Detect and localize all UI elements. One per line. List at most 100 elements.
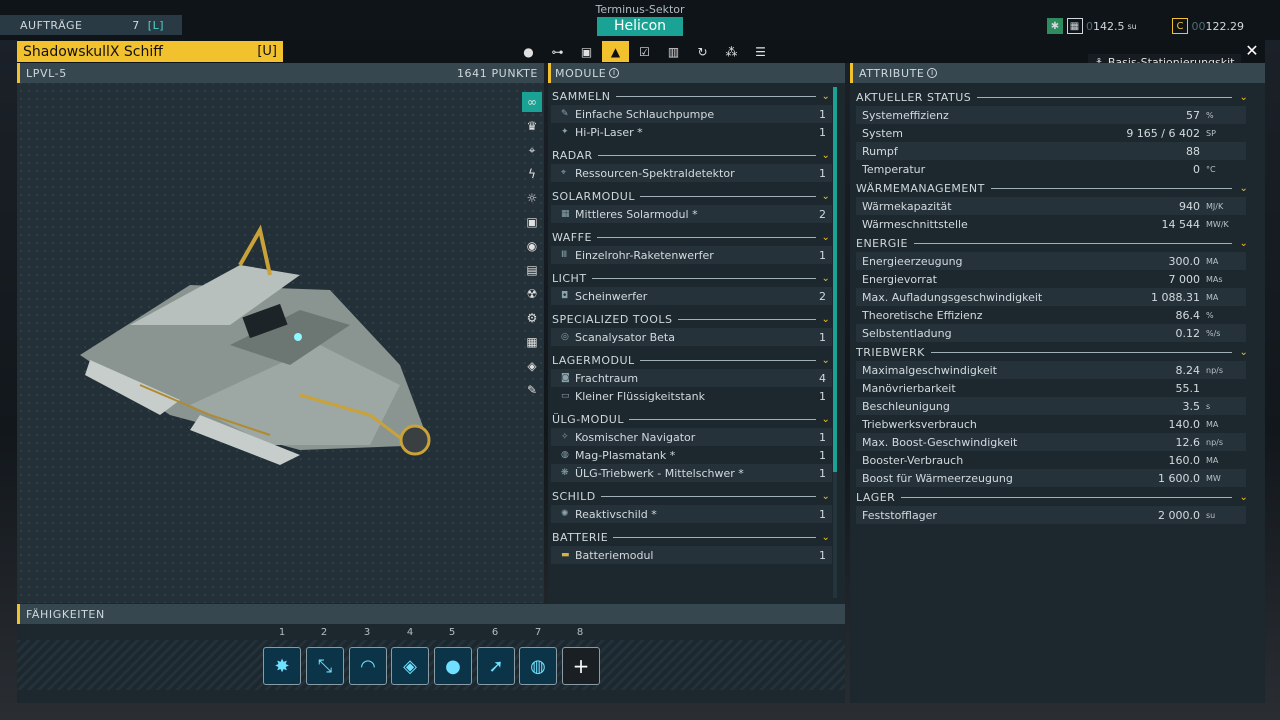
attribute-row: Wärmeschnittstelle 14 544 MW/K xyxy=(862,217,1229,231)
info-icon[interactable]: i xyxy=(609,68,620,78)
module-row[interactable]: ✎ Einfache Schlauchpumpe 1 xyxy=(551,105,832,123)
ability-shield-icon[interactable]: ◈ xyxy=(391,647,429,685)
attribute-section[interactable]: WÄRMEMANAGEMENT ⌄ xyxy=(850,179,1250,197)
tab-checklist-icon[interactable]: ☑ xyxy=(631,41,658,62)
module-icon: Ⅲ xyxy=(561,250,568,260)
chevron-down-icon: ⌄ xyxy=(821,272,831,284)
ability-boost-icon[interactable]: ➚ xyxy=(477,647,515,685)
module-category[interactable]: LICHT ⌄ xyxy=(548,269,832,287)
tab-map-icon[interactable]: ▥ xyxy=(660,41,687,62)
ability-drill-icon[interactable]: ⤡ xyxy=(306,647,344,685)
module-row[interactable]: ◎ Scanalysator Beta 1 xyxy=(551,328,832,346)
module-category[interactable]: SAMMELN ⌄ xyxy=(548,87,832,105)
tab-history-icon[interactable]: ↻ xyxy=(689,41,716,62)
attribute-section[interactable]: AKTUELLER STATUS ⌄ xyxy=(850,88,1250,106)
sector-name: Terminus-Sektor xyxy=(595,3,685,16)
module-icon: ✺ xyxy=(561,509,569,519)
info-icon[interactable]: i xyxy=(927,68,938,78)
orders-count: 7 xyxy=(132,18,140,32)
filter-shield-icon[interactable]: ◈ xyxy=(522,356,542,376)
module-row[interactable]: ◙ Frachtraum 4 xyxy=(551,369,832,387)
chevron-down-icon: ⌄ xyxy=(821,413,831,425)
credits-icon: C xyxy=(1172,18,1188,34)
attribute-row: Triebwerksverbrauch 140.0 MA xyxy=(862,417,1219,431)
ability-drop-icon[interactable]: ● xyxy=(434,647,472,685)
ship-view-header: LPVL-5 1641 PUNKTE xyxy=(17,63,544,83)
module-row[interactable]: ▦ Mittleres Solarmodul * 2 xyxy=(551,205,832,223)
units-readout: ✱ ▦ 0 142.5 su xyxy=(1047,16,1140,36)
module-row[interactable]: ▬ Batteriemodul 1 xyxy=(551,546,832,564)
window-title: ShadowskullX Schiff [U] xyxy=(17,41,283,62)
attribute-row: Energievorrat 7 000 MAs xyxy=(862,272,1223,286)
module-row[interactable]: Ⅲ Einzelrohr-Raketenwerfer 1 xyxy=(551,246,832,264)
attribute-row: Selbstentladung 0.12 %/s xyxy=(856,324,1246,342)
close-icon[interactable]: ✕ xyxy=(1243,42,1261,60)
ship-model[interactable] xyxy=(70,215,450,475)
orders-button[interactable]: AUFTRÄGE 7 [L] xyxy=(0,15,182,35)
filter-hazard-icon[interactable]: ☢ xyxy=(522,284,542,304)
chevron-down-icon: ⌄ xyxy=(821,231,831,243)
module-row[interactable]: ◘ Scheinwerfer 2 xyxy=(551,287,832,305)
grid-icon: ▦ xyxy=(1066,18,1083,34)
filter-trophy-icon[interactable]: ♛ xyxy=(522,116,542,136)
module-row[interactable]: ✦ Hi-Pi-Laser * 1 xyxy=(551,123,832,141)
filter-light-icon[interactable]: ◉ xyxy=(522,236,542,256)
module-icon: ⌖ xyxy=(561,168,567,178)
modules-scrollbar[interactable] xyxy=(833,87,837,598)
module-category[interactable]: RADAR ⌄ xyxy=(548,146,832,164)
add-icon[interactable]: + xyxy=(562,647,600,685)
ability-burst-icon[interactable]: ✸ xyxy=(263,647,301,685)
module-category[interactable]: SPECIALIZED TOOLS ⌄ xyxy=(548,310,832,328)
tab-crew-icon[interactable]: ⁂ xyxy=(718,41,745,62)
tab-person-icon[interactable]: ● xyxy=(515,41,542,62)
module-icon: ▦ xyxy=(561,209,570,219)
attribute-row: System 9 165 / 6 402 SP xyxy=(862,126,1216,140)
module-category[interactable]: ÜLG-MODUL ⌄ xyxy=(548,410,832,428)
ability-scan-icon[interactable]: ◠ xyxy=(349,647,387,685)
tab-network-icon[interactable]: ⊶ xyxy=(544,41,571,62)
chevron-down-icon: ⌄ xyxy=(1239,91,1249,103)
filter-weapon-icon[interactable]: ▣ xyxy=(522,212,542,232)
filter-storage-icon[interactable]: ▦ xyxy=(522,332,542,352)
window-hotkey: [U] xyxy=(257,44,277,59)
attributes-header: ATTRIBUTE i xyxy=(850,63,1265,83)
ship-class: LPVL-5 xyxy=(26,66,67,80)
module-icon: ◎ xyxy=(561,332,569,342)
filter-lightning-icon[interactable]: ϟ xyxy=(522,164,542,184)
module-category[interactable]: WAFFE ⌄ xyxy=(548,228,832,246)
tab-ship-icon[interactable]: ▲ xyxy=(602,41,629,62)
filter-tools-icon[interactable]: ▤ xyxy=(522,260,542,280)
module-row[interactable]: ✺ Reaktivschild * 1 xyxy=(551,505,832,523)
filter-solar-icon[interactable]: ☼ xyxy=(522,188,542,208)
attribute-section[interactable]: TRIEBWERK ⌄ xyxy=(850,343,1250,361)
attribute-section[interactable]: LAGER ⌄ xyxy=(850,488,1250,506)
chevron-down-icon: ⌄ xyxy=(821,90,831,102)
attribute-section[interactable]: ENERGIE ⌄ xyxy=(850,234,1250,252)
scrollbar-thumb[interactable] xyxy=(833,87,837,472)
filter-satellite-icon[interactable]: ⌖ xyxy=(522,140,542,160)
module-category[interactable]: SOLARMODUL ⌄ xyxy=(548,187,832,205)
module-icon: ❋ xyxy=(561,468,569,478)
attribute-row: Max. Aufladungsgeschwindigkeit 1 088.31 MA xyxy=(856,288,1246,306)
abilities-header: FÄHIGKEITEN xyxy=(17,604,845,624)
attribute-row: Manövrierbarkeit 55.1 xyxy=(862,381,1200,395)
chevron-down-icon: ⌄ xyxy=(821,313,831,325)
ability-orbit-icon[interactable]: ◍ xyxy=(519,647,557,685)
module-row[interactable]: ✧ Kosmischer Navigator 1 xyxy=(551,428,832,446)
attribute-row: Systemeffizienz 57% xyxy=(856,106,1246,124)
tab-log-icon[interactable]: ☰ xyxy=(747,41,774,62)
module-row[interactable]: ⌖ Ressourcen-Spektraldetektor 1 xyxy=(551,164,832,182)
tab-cargo-icon[interactable]: ▣ xyxy=(573,41,600,62)
filter-battery-icon[interactable]: ✎ xyxy=(522,380,542,400)
module-row[interactable]: ▭ Kleiner Flüssigkeitstank 1 xyxy=(551,387,832,405)
module-category[interactable]: BATTERIE ⌄ xyxy=(548,528,832,546)
module-row[interactable]: ◍ Mag-Plasmatank * 1 xyxy=(551,446,832,464)
chevron-down-icon: ⌄ xyxy=(821,354,831,366)
filter-gear-icon[interactable]: ⚙ xyxy=(522,308,542,328)
module-row[interactable]: ❋ ÜLG-Triebwerk - Mittelschwer * 1 xyxy=(551,464,832,482)
module-category[interactable]: LAGERMODUL ⌄ xyxy=(548,351,832,369)
module-icon: ◙ xyxy=(561,373,570,383)
module-category[interactable]: SCHILD ⌄ xyxy=(548,487,832,505)
modules-list: SAMMELN ⌄ ✎ Einfache Schlauchpumpe 1 ✦ Hi-Pi… xyxy=(548,87,832,598)
filter-infinity-icon[interactable]: ∞ xyxy=(522,92,542,112)
